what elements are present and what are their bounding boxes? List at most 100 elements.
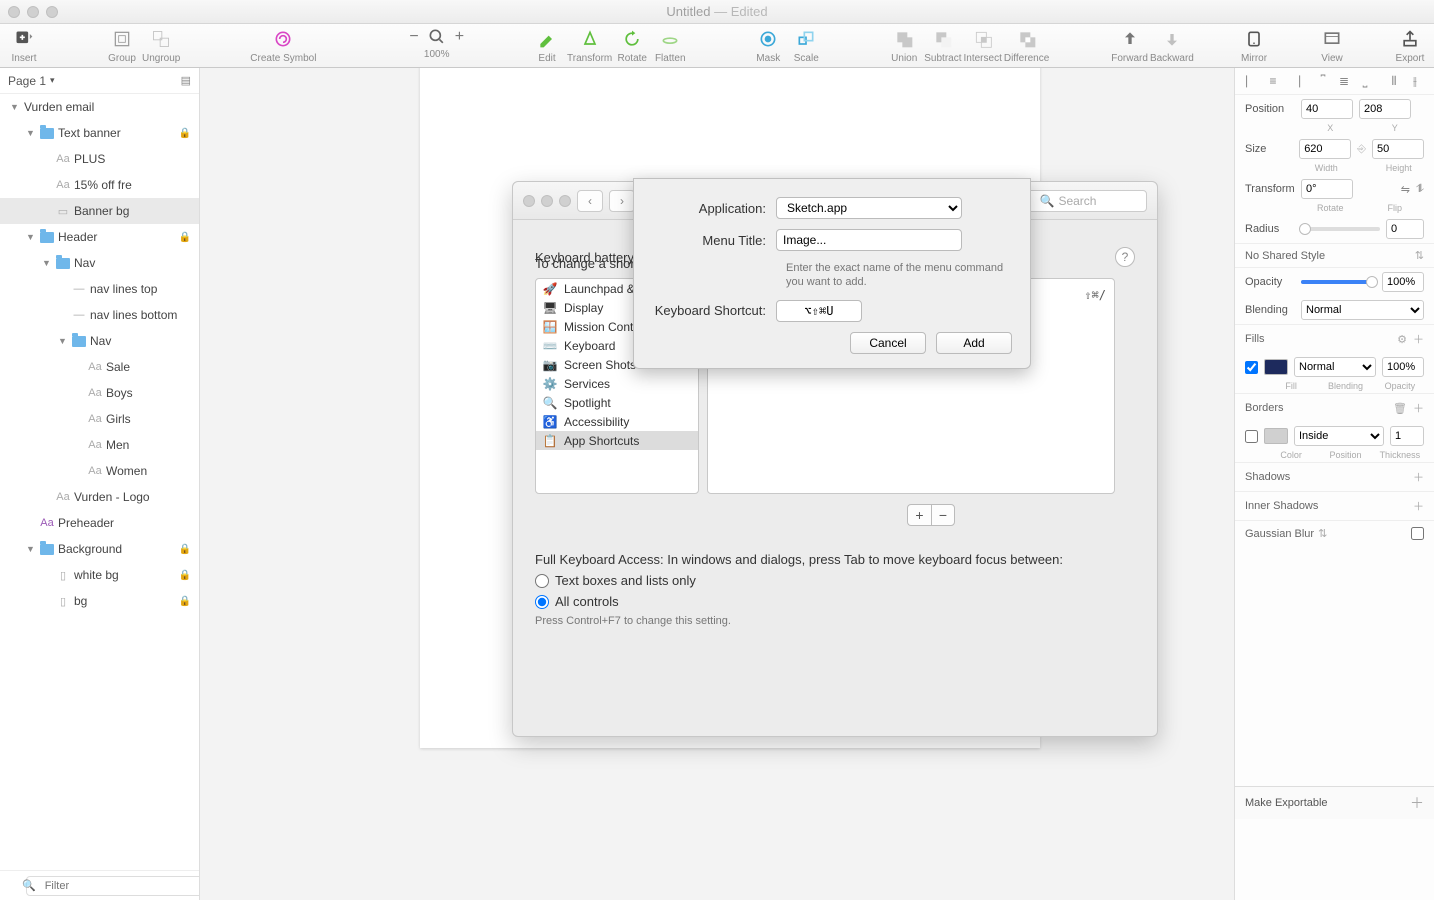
prefs-close-dot[interactable] [523,195,535,207]
export-button[interactable]: Export [1392,27,1428,64]
layer-row[interactable]: AaVurden - Logo [0,484,199,510]
panel-icon[interactable]: ▤ [181,74,191,87]
scale-button[interactable]: Scale [788,27,824,64]
layer-row[interactable]: AaSale [0,354,199,380]
layer-row[interactable]: ▼Header🔒 [0,224,199,250]
shared-style-select[interactable]: No Shared Style⇅ [1235,243,1434,268]
border-color-swatch[interactable] [1264,428,1288,444]
layer-row[interactable]: ▭Banner bg [0,198,199,224]
pos-y-input[interactable] [1359,99,1411,119]
lock-icon[interactable]: 🔒 [179,128,191,139]
prefs-min-dot[interactable] [541,195,553,207]
category-item[interactable]: ♿Accessibility [536,412,698,431]
align-left-icon[interactable]: ⎸ [1245,74,1259,88]
layer-row[interactable]: Aa15% off fre [0,172,199,198]
borders-trash-icon[interactable]: 🗑 [1393,402,1407,415]
layer-row[interactable]: ▼Vurden email [0,94,199,120]
zoom-control[interactable]: − + 100% [406,27,467,60]
opacity-input[interactable] [1382,272,1424,292]
zoom-out-icon[interactable]: − [406,28,421,46]
fills-gear-icon[interactable]: ⚙ [1397,333,1407,346]
width-input[interactable] [1299,139,1351,159]
filter-input[interactable] [26,876,200,896]
align-bottom-icon[interactable]: ⎵ [1358,74,1372,88]
layer-row[interactable]: ▼Text banner🔒 [0,120,199,146]
insert-button[interactable]: Insert [6,27,42,64]
layer-row[interactable]: AaMen [0,432,199,458]
borders-add-icon[interactable]: ＋ [1413,400,1424,416]
help-button[interactable]: ? [1115,247,1135,267]
back-button[interactable]: ‹ [577,190,603,212]
category-item[interactable]: 📋App Shortcuts [536,431,698,450]
subtract-button[interactable]: Subtract [924,27,961,64]
fill-opacity-input[interactable] [1382,357,1424,377]
layer-row[interactable]: ▼Nav [0,328,199,354]
lock-aspect-icon[interactable]: ⎆ [1357,143,1366,156]
layer-row[interactable]: AaBoys [0,380,199,406]
transform-button[interactable]: Transform [567,27,612,64]
opacity-slider[interactable] [1301,280,1376,284]
view-button[interactable]: View [1314,27,1350,64]
remove-shortcut-button[interactable]: − [931,504,955,526]
add-shortcut-button[interactable]: + [907,504,931,526]
layer-row[interactable]: AaPLUS [0,146,199,172]
layer-row[interactable]: ▼Nav [0,250,199,276]
layer-row[interactable]: ▼Background🔒 [0,536,199,562]
border-thickness-input[interactable] [1390,426,1424,446]
blending-select[interactable]: Normal [1301,300,1424,320]
backward-button[interactable]: Backward [1150,27,1194,64]
flip-v-icon[interactable]: ⥮ [1416,183,1424,196]
layer-row[interactable]: ▯bg🔒 [0,588,199,614]
rotate-button[interactable]: Rotate [614,27,650,64]
edit-button[interactable]: Edit [529,27,565,64]
radius-input[interactable] [1386,219,1424,239]
page-selector[interactable]: Page 1▾ ▤ [0,68,199,94]
fka-option-all[interactable]: All controls [535,594,1135,609]
fka-option-textboxes[interactable]: Text boxes and lists only [535,573,1135,588]
cancel-button[interactable]: Cancel [850,332,926,354]
radius-slider[interactable] [1301,227,1380,231]
blur-row[interactable]: Gaussian Blur ⇅ [1235,521,1434,546]
align-vcenter-icon[interactable]: ≣ [1337,74,1351,88]
height-input[interactable] [1372,139,1424,159]
align-top-icon[interactable]: ⎴ [1316,74,1330,88]
fills-add-icon[interactable]: ＋ [1413,331,1424,347]
mirror-button[interactable]: Mirror [1236,27,1272,64]
layer-row[interactable]: —nav lines bottom [0,302,199,328]
fill-color-swatch[interactable] [1264,359,1288,375]
exportable-add-icon[interactable]: ＋ [1410,793,1424,813]
layer-row[interactable]: AaPreheader [0,510,199,536]
innershadows-add-icon[interactable]: ＋ [1413,498,1424,514]
blur-checkbox[interactable] [1411,527,1424,540]
make-exportable-row[interactable]: Make Exportable＋ [1235,786,1434,819]
flatten-button[interactable]: Flatten [652,27,688,64]
dist-v-icon[interactable]: ⫲ [1408,74,1422,88]
layer-tree[interactable]: ▼Vurden email▼Text banner🔒AaPLUSAa15% of… [0,94,199,870]
union-button[interactable]: Union [886,27,922,64]
lock-icon[interactable]: 🔒 [179,570,191,581]
intersect-button[interactable]: Intersect [964,27,1002,64]
pos-x-input[interactable] [1301,99,1353,119]
mask-button[interactable]: Mask [750,27,786,64]
zoom-in-icon[interactable]: + [452,28,467,46]
fill-blend-select[interactable]: Normal [1294,357,1376,377]
align-hcenter-icon[interactable]: ≡ [1266,74,1280,88]
dist-h-icon[interactable]: ⫴ [1387,74,1401,88]
application-select[interactable]: Sketch.app [776,197,962,219]
ungroup-button[interactable]: Ungroup [142,27,180,64]
forward-button[interactable]: Forward [1111,27,1148,64]
flip-h-icon[interactable]: ⇋ [1401,183,1410,196]
layer-row[interactable]: —nav lines top [0,276,199,302]
shadows-add-icon[interactable]: ＋ [1413,469,1424,485]
layer-row[interactable]: ▯white bg🔒 [0,562,199,588]
rotate-input[interactable] [1301,179,1353,199]
forward-button[interactable]: › [609,190,635,212]
category-item[interactable]: 🔍Spotlight [536,393,698,412]
prefs-max-dot[interactable] [559,195,571,207]
border-enabled-checkbox[interactable] [1245,430,1258,443]
lock-icon[interactable]: 🔒 [179,232,191,243]
category-item[interactable]: ⚙️Services [536,374,698,393]
border-position-select[interactable]: Inside [1294,426,1384,446]
group-button[interactable]: Group [104,27,140,64]
create-symbol-button[interactable]: Create Symbol [242,27,324,64]
